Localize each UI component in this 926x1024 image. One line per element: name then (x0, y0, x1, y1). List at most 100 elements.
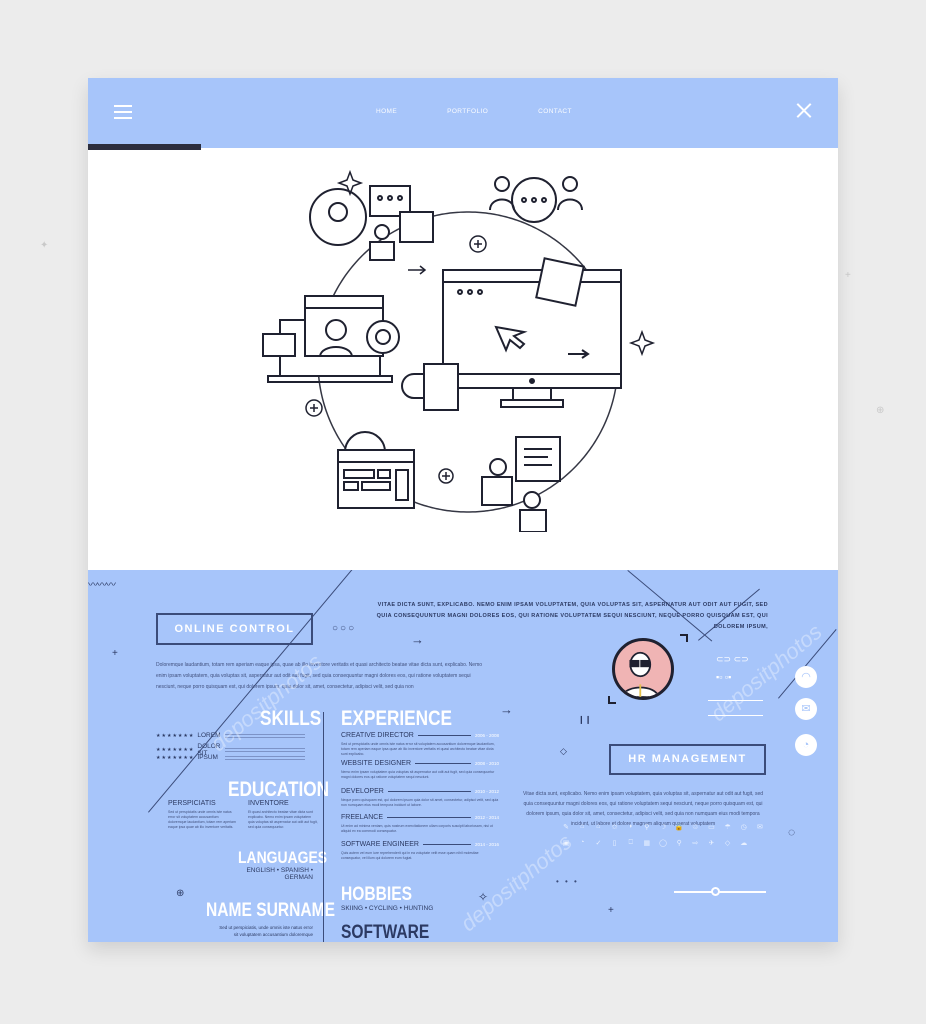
plus-decoration: + (112, 648, 118, 659)
grid-icon: ☂ (724, 824, 731, 831)
diagonal-line (778, 629, 837, 699)
video-call-laptop-icon (262, 295, 400, 383)
education-heading: EDUCATION (228, 778, 330, 801)
toggle-switches[interactable]: ⊂⊃ ⊂⊃ (716, 654, 749, 665)
top-quote-text: VITAE DICTA SUNT, EXPLICABO. NEMO ENIM I… (376, 602, 768, 630)
mini-slider[interactable] (708, 715, 763, 716)
nav-home[interactable]: HOME (376, 108, 397, 115)
grid-icon: ⌂ (596, 823, 601, 830)
range-slider[interactable] (674, 887, 766, 896)
main-nav: HOME PORTFOLIO CONTACT (376, 108, 622, 115)
languages-heading: LANGUAGES (238, 848, 328, 867)
team-members-icon (481, 436, 561, 532)
plus-decoration: ✦ (40, 240, 49, 251)
top-navigation-bar: HOME PORTFOLIO CONTACT (88, 78, 838, 148)
frame-corner (608, 696, 616, 704)
grid-icon: ▣ (562, 840, 570, 847)
diamond-decoration: ◇ (560, 746, 567, 756)
skill-description (225, 733, 306, 738)
grid-icon: ▦ (643, 840, 651, 847)
people-conversation-icon (489, 176, 583, 223)
job-years: 2008 - 2010 (474, 761, 499, 766)
name-description: Sed ut perspiciatis, unde omnis iste nat… (219, 925, 313, 937)
job-years: 2006 - 2008 (474, 733, 499, 738)
more-dots-icon: ○○○ (332, 623, 357, 634)
skill-description (225, 748, 306, 752)
sticky-note-icon (535, 257, 585, 307)
pause-icon: ❙❙ (578, 715, 592, 724)
circle-decoration: ◌ (788, 825, 796, 839)
job-description: Nemo enim ipsam voluptatem quia voluptas… (341, 770, 495, 779)
skill-description (225, 755, 306, 760)
slider-handle[interactable] (711, 887, 721, 896)
grid-icon: 🔒 (674, 824, 684, 831)
more-dots-icon: • • • (556, 877, 579, 886)
plus-decoration: + (608, 905, 614, 916)
resume-section: 〰〰〰 + → → ❙❙ ◇ ⊕ ✧ + ◌ ONLINE CONTROL ○○… (88, 570, 838, 942)
online-control-button[interactable]: ONLINE CONTROL (156, 613, 313, 645)
skill-label: IPSUM (197, 754, 218, 761)
grid-icon: ✎ (563, 824, 569, 831)
grid-icon: ⚲ (644, 824, 650, 831)
grid-icon: ◇ (724, 840, 731, 847)
grid-icon: ☁ (740, 840, 748, 847)
education-heading-item: INVENTORE (248, 800, 289, 807)
grid-icon: ◷ (740, 824, 747, 831)
skill-rating: ★★★★★★★ (156, 747, 195, 753)
hero-section: WORKPLACE AND TEAMWORK CONCEPT (88, 150, 838, 629)
icon-set-grid: ✎ ⌂ ⌂ ✩ ◗ ⚲ ☽ 🔒 ♲ ▭ ☂ ◷ ✉ ▣ ◔ ✓ ▯ ⎕ ▦ ◯ ⚲ ⇨ ✈ ◇ ☁ (558, 823, 768, 847)
skills-heading: SKILLS (260, 707, 322, 730)
close-icon[interactable] (796, 102, 812, 118)
nav-portfolio[interactable]: PORTFOLIO (447, 108, 488, 115)
pie-chart-icon[interactable]: ◔ (795, 734, 817, 756)
job-title: WEBSITE DESIGNER (341, 760, 412, 767)
education-text: Et quasi architecto beatae vitae dicta s… (248, 810, 318, 829)
grid-icon: ✉ (756, 824, 763, 831)
education-column: PERSPICIATIS Sed ut perspiciatis unde om… (168, 800, 238, 830)
grid-icon: ⎕ (628, 839, 633, 846)
web-page-mockup: HOME PORTFOLIO CONTACT 〰〰〰 + → → ❙❙ ◇ ⊕ … (88, 78, 838, 942)
person-glasses-icon (621, 651, 660, 697)
wave-decoration: 〰〰〰 (88, 580, 116, 591)
grid-icon: ◗ (628, 823, 633, 830)
mini-slider[interactable] (708, 700, 763, 701)
grid-icon: ✈ (708, 840, 715, 847)
job-entry: SOFTWARE ENGINEER 2014 - 2016 Quis autem … (341, 841, 499, 861)
chat-icon[interactable]: ✉ (795, 698, 817, 720)
job-title: FREELANCE (341, 814, 384, 821)
job-description: Ut enim ad minima veniam, quis nostrum e… (341, 824, 493, 833)
skill-label: LOREM (197, 732, 221, 739)
hamburger-icon[interactable] (114, 105, 132, 119)
job-title: DEVELOPER (341, 788, 384, 795)
hr-management-button[interactable]: HR MANAGEMENT (609, 744, 766, 775)
grid-icon: ✓ (595, 840, 602, 847)
grid-icon: ♲ (692, 824, 699, 831)
hobbies-heading: HOBBIES (341, 884, 412, 905)
arrow-right-icon: → (411, 632, 424, 647)
job-entry: DEVELOPER 2010 - 2012 Neque porro quisqua… (341, 788, 499, 808)
languages-list: ENGLISH • SPANISH • GERMAN (246, 867, 313, 881)
intro-paragraph: Doloremque laudantium, totam rem aperiam… (156, 662, 483, 690)
browser-window-icon (337, 431, 415, 509)
name-heading: NAME SURNAME (206, 900, 335, 921)
hobbies-list: SKIING • CYCLING • HUNTING (341, 905, 434, 912)
job-entry: WEBSITE DESIGNER 2008 - 2010 Nemo enim ip… (341, 760, 499, 780)
checkbox-controls[interactable]: ▪▫ ▫▪ (716, 672, 731, 682)
skill-rating: ★★★★★★★ (156, 754, 195, 761)
nav-contact[interactable]: CONTACT (538, 108, 572, 115)
grid-icon: ▭ (708, 824, 715, 831)
workplace-teamwork-illustration (262, 169, 656, 532)
job-years: 2012 - 2014 (474, 815, 499, 820)
grid-icon: ⇨ (692, 840, 699, 847)
grid-icon: ◔ (580, 839, 585, 846)
education-heading-item: PERSPICIATIS (168, 800, 216, 807)
frame-corner (680, 634, 688, 642)
wifi-icon[interactable]: ◠ (795, 666, 817, 688)
grid-icon: ▯ (612, 840, 617, 847)
hr-avatar (612, 638, 674, 700)
job-description: Sed ut perspiciatis unde omnis iste natu… (341, 742, 495, 756)
job-description: Neque porro quisquam est, qui dolorem ip… (341, 798, 499, 807)
education-text: Sed ut perspiciatis unde omnis iste natu… (168, 810, 236, 829)
grid-icon: ◯ (659, 840, 667, 847)
plus-circle-icon: ⊕ (176, 888, 185, 899)
